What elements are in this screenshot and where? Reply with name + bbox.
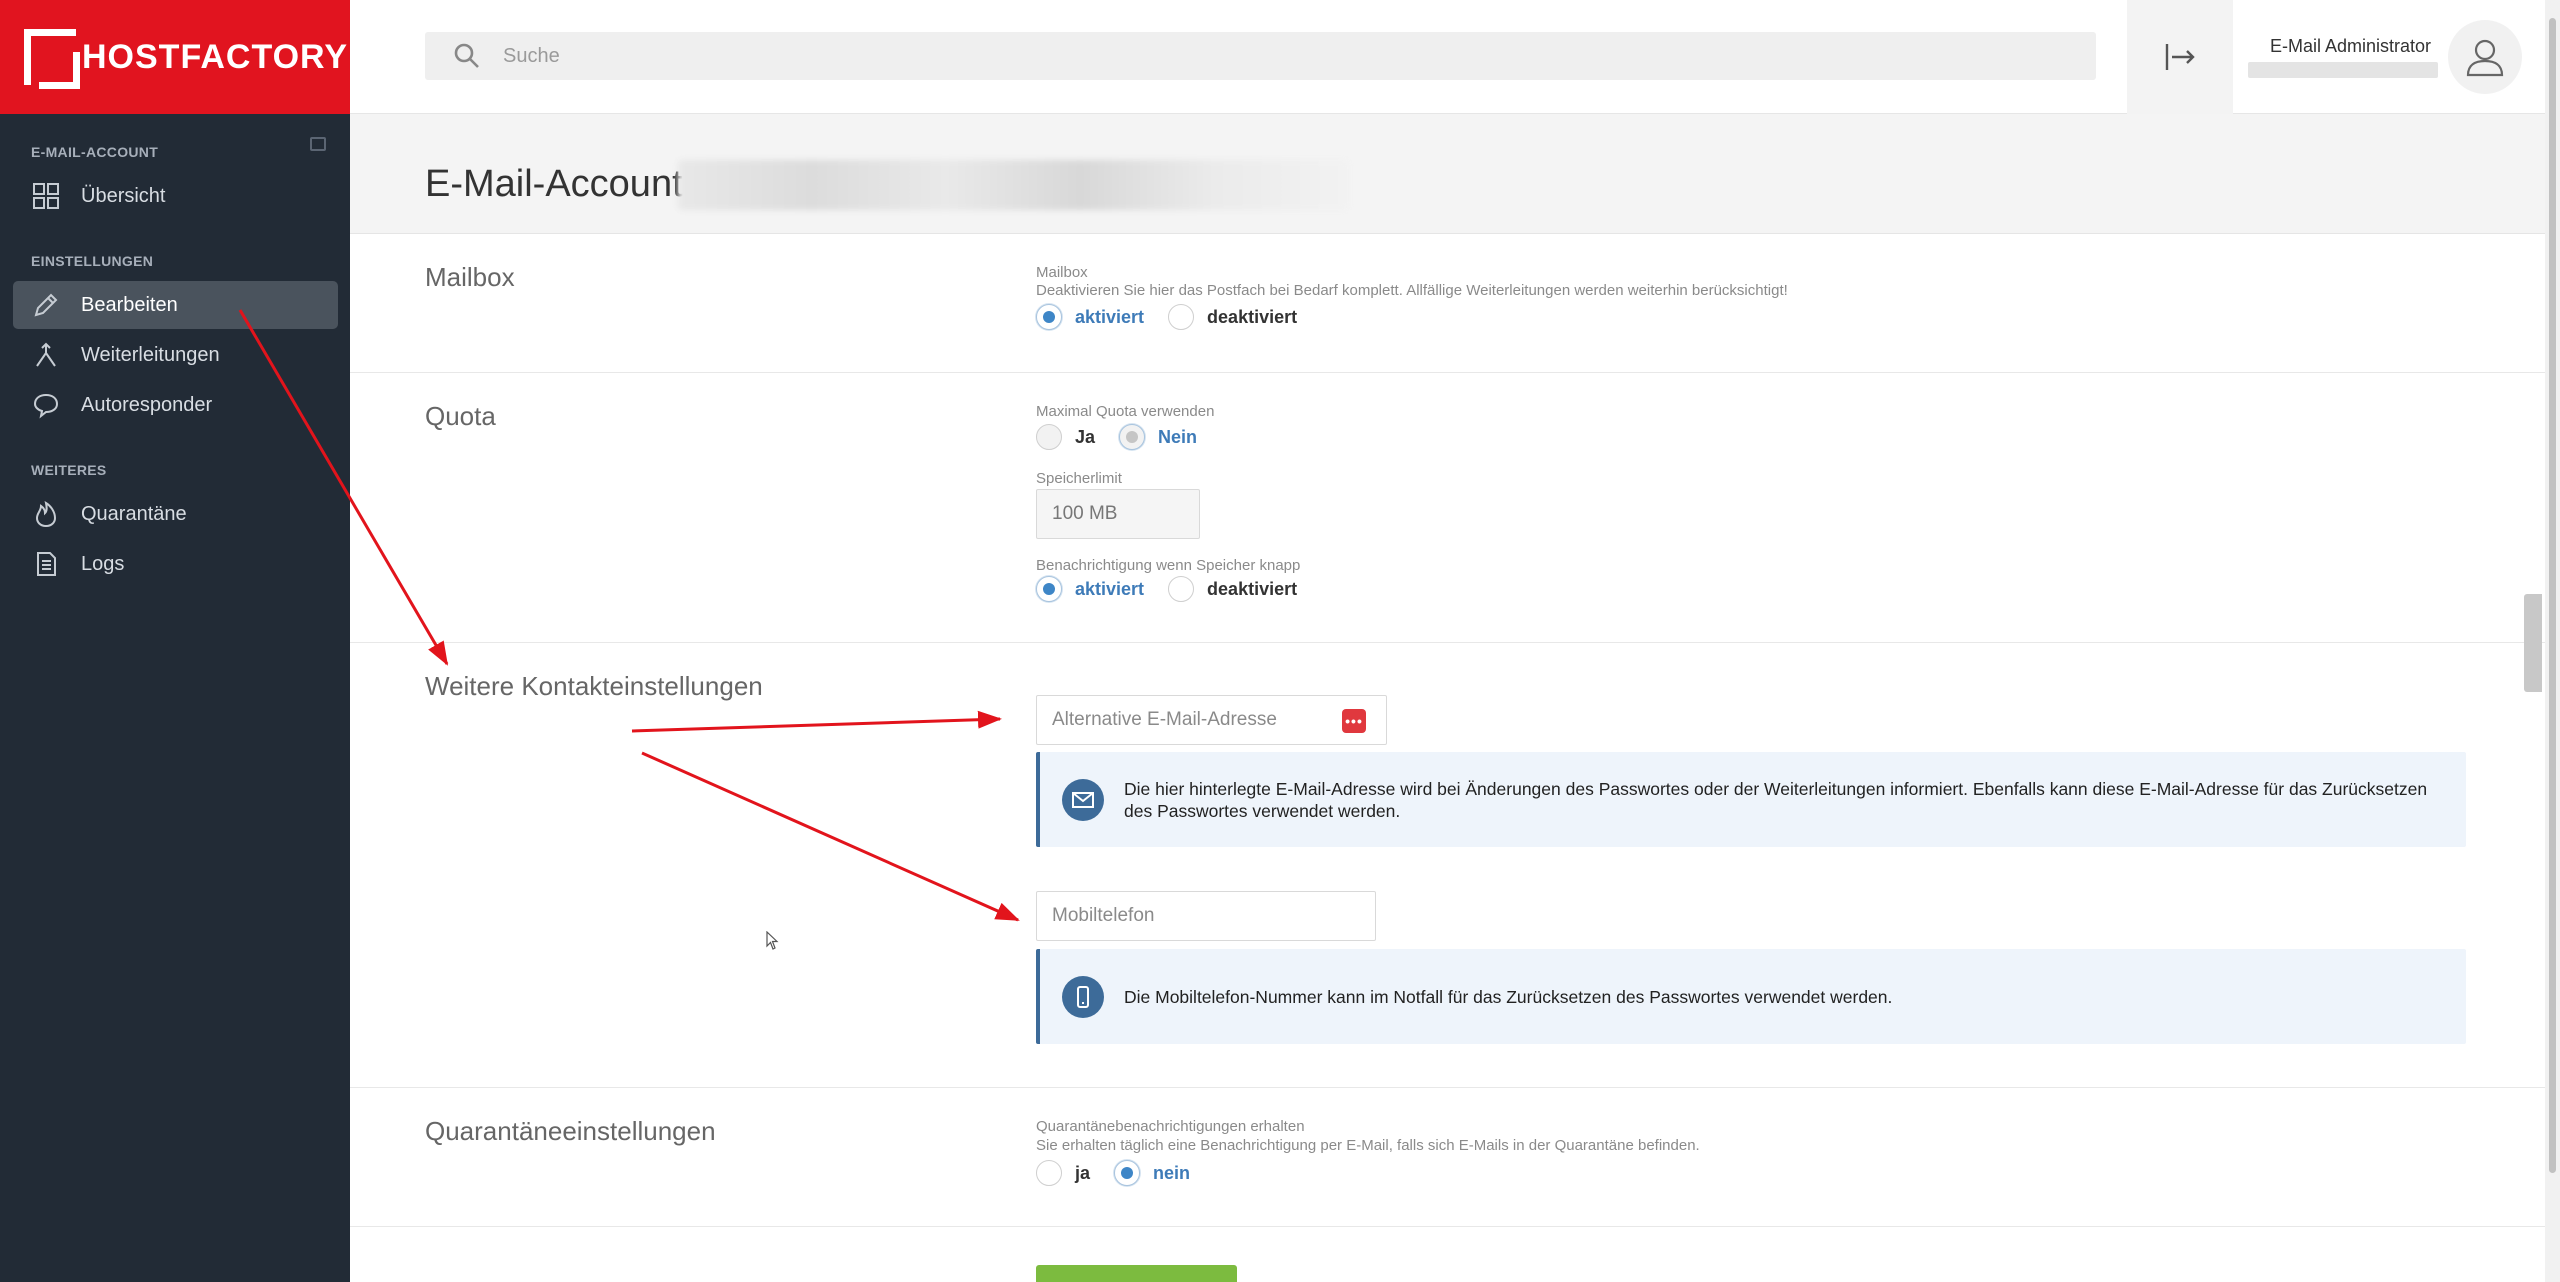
quarantine-radio-group: ja nein	[1036, 1160, 1214, 1186]
mobile-input[interactable]	[1052, 905, 1375, 927]
save-button[interactable]	[1036, 1265, 1237, 1282]
logout-button[interactable]	[2127, 0, 2233, 114]
mobile-info-box: Die Mobiltelefon-Nummer kann im Notfall …	[1036, 949, 2466, 1044]
search-icon	[454, 43, 479, 68]
radio-deaktiviert[interactable]: deaktiviert	[1168, 304, 1297, 330]
brand-logo[interactable]: HOSTFACTORY	[0, 0, 350, 114]
sidebar-section-email-account: E-MAIL-ACCOUNT	[31, 144, 159, 160]
max-quota-radio-group: Ja Nein	[1036, 424, 1221, 450]
alt-email-input[interactable]	[1052, 709, 1386, 731]
sidebar-item-label: Autoresponder	[81, 393, 213, 416]
section-title: Quota	[425, 401, 496, 431]
sidebar-item-label: Quarantäne	[81, 502, 187, 525]
fire-icon	[31, 499, 61, 529]
sidebar-item-quarantaene[interactable]: Quarantäne	[13, 490, 338, 538]
scrollbar[interactable]	[2545, 0, 2560, 1282]
field-label: Quarantänebenachrichtigungen erhalten	[1036, 1118, 1305, 1135]
quota-section: Quota Maximal Quota verwenden Ja Nein Sp…	[350, 373, 2545, 643]
feedback-side-tab[interactable]	[2524, 594, 2542, 692]
mouse-cursor-icon	[766, 931, 779, 950]
sidebar-section-einstellungen: EINSTELLUNGEN	[31, 253, 154, 269]
field-label: Benachrichtigung wenn Speicher knapp	[1036, 557, 1301, 574]
search-bar[interactable]	[425, 32, 2096, 80]
user-icon	[2466, 39, 2504, 77]
sidebar-item-logs[interactable]: Logs	[13, 540, 338, 588]
user-email-redacted	[2248, 62, 2438, 78]
radio-ja[interactable]: ja	[1036, 1160, 1090, 1186]
mailbox-radio-group: aktiviert deaktiviert	[1036, 304, 1321, 330]
sidebar-item-label: Übersicht	[81, 184, 166, 207]
sidebar-item-label: Bearbeiten	[81, 293, 178, 316]
account-name-redacted	[678, 160, 1348, 210]
user-name: E-Mail Administrator	[2270, 36, 2432, 56]
quarantine-section: Quarantäneeinstellungen Quarantänebenach…	[350, 1088, 2545, 1227]
avatar[interactable]	[2448, 20, 2522, 94]
envelope-icon	[1062, 778, 1104, 821]
document-icon	[31, 549, 61, 579]
page-title: E-Mail-Account	[425, 163, 683, 205]
info-text: Die hier hinterlegte E-Mail-Adresse wird…	[1124, 778, 2428, 821]
logo-mark-icon	[24, 29, 80, 89]
sidebar-section-weiteres: WEITERES	[31, 462, 107, 478]
speech-bubble-icon	[31, 390, 61, 420]
sidebar-item-uebersicht[interactable]: Übersicht	[13, 172, 338, 220]
mobile-phone-icon	[1062, 975, 1104, 1018]
section-title: Weitere Kontakteinstellungen	[425, 671, 763, 701]
fork-icon	[31, 340, 61, 370]
page-header: E-Mail-Account	[350, 114, 2545, 234]
radio-ja[interactable]: Ja	[1036, 424, 1095, 450]
sidebar-collapse-icon[interactable]	[310, 137, 326, 151]
field-description: Sie erhalten täglich eine Benachrichtigu…	[1036, 1137, 1700, 1154]
alt-email-field[interactable]: •••	[1036, 695, 1387, 745]
alt-email-info-box: Die hier hinterlegte E-Mail-Adresse wird…	[1036, 752, 2466, 847]
sidebar: HOSTFACTORY E-MAIL-ACCOUNT Übersicht EIN…	[0, 0, 350, 1282]
radio-deaktiviert[interactable]: deaktiviert	[1168, 576, 1297, 602]
sidebar-item-autoresponder[interactable]: Autoresponder	[13, 381, 338, 429]
sidebar-item-label: Weiterleitungen	[81, 343, 220, 366]
radio-nein[interactable]: nein	[1114, 1160, 1190, 1186]
logout-icon	[2165, 44, 2195, 70]
storage-limit-field[interactable]: 100 MB	[1036, 489, 1200, 539]
field-description: Deaktivieren Sie hier das Postfach bei B…	[1036, 282, 1788, 299]
contact-section: Weitere Kontakteinstellungen ••• Die hie…	[350, 643, 2545, 1088]
radio-aktiviert[interactable]: aktiviert	[1036, 304, 1144, 330]
field-label: Mailbox	[1036, 264, 1088, 281]
brand-name: HOSTFACTORY	[82, 37, 349, 76]
grid-icon	[31, 181, 61, 211]
field-label: Maximal Quota verwenden	[1036, 403, 1215, 420]
section-title: Mailbox	[425, 262, 515, 292]
mobile-field[interactable]	[1036, 891, 1376, 941]
pencil-icon	[31, 290, 61, 320]
topbar: E-Mail Administrator	[350, 0, 2545, 114]
field-label: Speicherlimit	[1036, 470, 1122, 487]
sidebar-item-label: Logs	[81, 552, 125, 575]
mailbox-section: Mailbox Mailbox Deaktivieren Sie hier da…	[350, 234, 2545, 373]
radio-aktiviert[interactable]: aktiviert	[1036, 576, 1144, 602]
info-text: Die Mobiltelefon-Nummer kann im Notfall …	[1124, 986, 1893, 1007]
radio-nein[interactable]: Nein	[1119, 424, 1197, 450]
sidebar-item-weiterleitungen[interactable]: Weiterleitungen	[13, 331, 338, 379]
password-manager-icon[interactable]: •••	[1342, 709, 1366, 733]
search-input[interactable]	[503, 44, 2003, 68]
sidebar-item-bearbeiten[interactable]: Bearbeiten	[13, 281, 338, 329]
scrollbar-thumb[interactable]	[2549, 18, 2556, 1173]
notify-radio-group: aktiviert deaktiviert	[1036, 576, 1321, 602]
section-title: Quarantäneeinstellungen	[425, 1116, 716, 1146]
